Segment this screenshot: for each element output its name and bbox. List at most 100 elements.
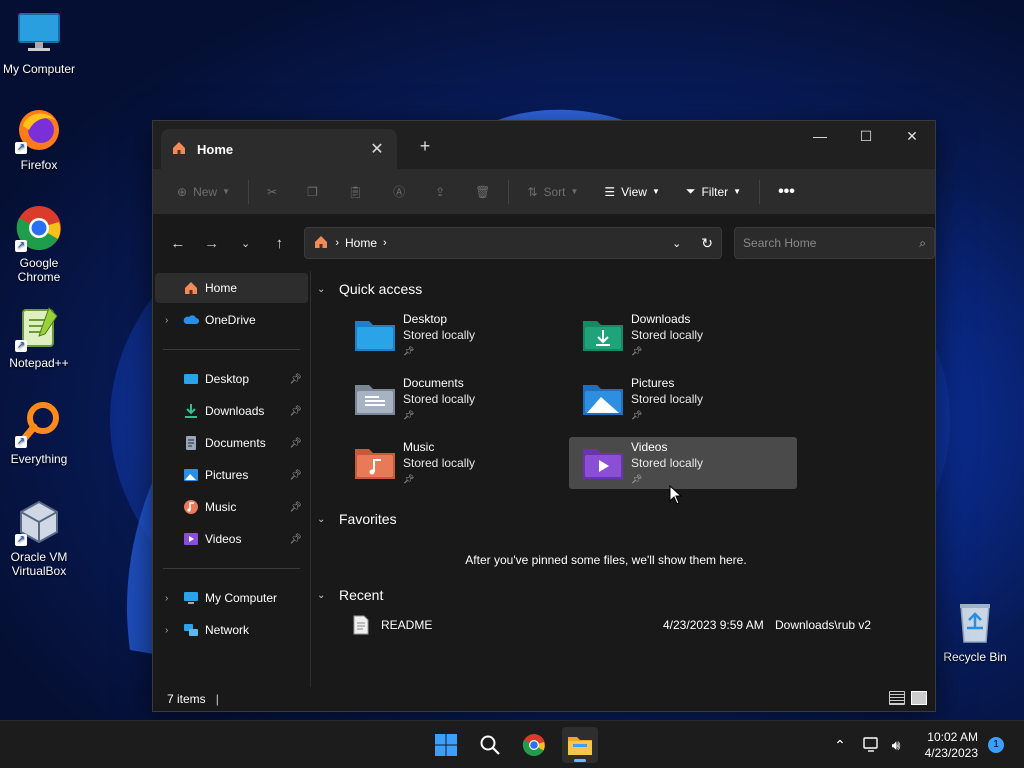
tab-home[interactable]: Home ✕ — [161, 129, 397, 169]
nav-item-pictures[interactable]: Pictures 📌︎ — [155, 460, 308, 490]
chevron-right-icon: › — [335, 237, 339, 249]
filter-button[interactable]: ⏷ Filter ▼ — [680, 176, 747, 208]
monitor-icon — [184, 592, 198, 604]
quick-access-videos[interactable]: Videos Stored locally 📌︎ — [569, 437, 797, 489]
delete-button[interactable]: 🗑︎ — [469, 176, 496, 208]
nav-item-videos[interactable]: Videos 📌︎ — [155, 524, 308, 554]
chevron-right-icon[interactable]: › — [165, 593, 179, 604]
documents-folder-icon — [355, 385, 395, 415]
desktop-icon-firefox[interactable]: ↗ Firefox — [1, 106, 77, 172]
show-hidden-icons-button[interactable]: ⌃ — [826, 729, 854, 761]
chevron-down-icon: ⌄ — [317, 589, 326, 601]
more-options-button[interactable]: ••• — [772, 176, 801, 208]
navigation-pane: Home › OneDrive Desktop 📌︎ Downloads 📌︎ — [153, 271, 311, 687]
quick-access-documents[interactable]: Documents Stored locally 📌︎ — [341, 373, 569, 425]
notification-badge[interactable]: 1 — [988, 737, 1004, 753]
desktop-icon-chrome[interactable]: ↗ Google Chrome — [1, 204, 77, 284]
section-favorites[interactable]: ⌄ Favorites — [317, 505, 935, 533]
minimize-button[interactable]: — — [797, 121, 843, 151]
nav-item-documents[interactable]: Documents 📌︎ — [155, 428, 308, 458]
quick-access-music[interactable]: Music Stored locally 📌︎ — [341, 437, 569, 489]
refresh-icon[interactable]: ↻ — [701, 235, 713, 252]
back-button[interactable]: ← — [163, 228, 193, 258]
item-name: Documents — [403, 376, 464, 390]
arrow-right-icon: → — [204, 234, 220, 252]
recent-file-row[interactable]: README 4/23/2023 9:59 AM Downloads\rub v… — [353, 609, 935, 641]
quick-access-desktop[interactable]: Desktop Stored locally 📌︎ — [341, 309, 569, 361]
section-quick-access[interactable]: ⌄ Quick access — [317, 275, 935, 303]
nav-item-music[interactable]: Music 📌︎ — [155, 492, 308, 522]
nav-item-downloads[interactable]: Downloads 📌︎ — [155, 396, 308, 426]
close-window-button[interactable]: ✕ — [889, 121, 935, 151]
desktop-icon-my-computer[interactable]: My Computer — [1, 10, 77, 76]
funnel-icon: ⏷ — [685, 184, 696, 198]
desktop-icon-label: Oracle VM VirtualBox — [10, 550, 68, 578]
desktop-icon-label: Everything — [10, 452, 68, 466]
item-status: Stored locally — [403, 392, 476, 406]
text-file-icon — [353, 615, 369, 635]
paste-button[interactable]: 📋︎ — [342, 176, 369, 208]
desktop-icon-notepadpp[interactable]: ↗ Notepad++ — [1, 304, 77, 370]
rename-button[interactable]: Ⓐ — [387, 176, 411, 208]
command-bar: ⊕ New ▼ ✂ ❐ 📋︎ Ⓐ ⇪ 🗑︎ ⇅ Sort ▼ ☰ View ▼ … — [153, 169, 935, 215]
system-clock[interactable]: 10:02 AM 4/23/2023 — [925, 729, 978, 761]
new-button[interactable]: ⊕ New ▼ — [171, 176, 236, 208]
new-tab-button[interactable]: + — [411, 133, 439, 161]
recent-locations-button[interactable]: ⌄ — [231, 228, 261, 258]
address-dropdown-icon[interactable]: ⌄ — [672, 237, 681, 250]
copy-button[interactable]: ❐ — [301, 176, 324, 208]
chevron-right-icon[interactable]: › — [165, 625, 179, 636]
nav-label: Documents — [205, 436, 266, 450]
title-bar: Home ✕ + — ☐ ✕ — [153, 121, 935, 169]
search-input[interactable] — [743, 236, 920, 250]
nav-item-desktop[interactable]: Desktop 📌︎ — [155, 364, 308, 394]
desktop-icon-label: My Computer — [2, 62, 76, 76]
breadcrumb-home[interactable]: Home — [345, 236, 377, 250]
view-list-icon: ☰ — [604, 184, 616, 199]
download-icon — [185, 404, 197, 418]
search-box[interactable]: ⌕ — [734, 227, 935, 259]
desktop-icon-recycle-bin[interactable]: Recycle Bin — [936, 598, 1014, 664]
details-view-icon[interactable] — [889, 691, 905, 705]
item-name: Music — [403, 440, 435, 454]
maximize-button[interactable]: ☐ — [843, 121, 889, 151]
shortcut-arrow-icon: ↗ — [15, 240, 27, 252]
desktop-icon-everything[interactable]: ↗ Everything — [1, 400, 77, 466]
desktop-icon-virtualbox[interactable]: ↗ Oracle VM VirtualBox — [1, 498, 77, 578]
nav-item-onedrive[interactable]: › OneDrive — [155, 305, 308, 335]
view-button[interactable]: ☰ View ▼ — [598, 176, 665, 208]
search-taskbar-button[interactable] — [474, 729, 506, 761]
item-status: Stored locally — [631, 456, 704, 470]
address-bar[interactable]: › Home › ⌄ ↻ — [304, 227, 723, 259]
chevron-right-icon[interactable]: › — [383, 237, 387, 249]
cut-button[interactable]: ✂ — [261, 176, 283, 208]
nav-item-network[interactable]: › Network — [155, 615, 308, 645]
quick-access-pictures[interactable]: Pictures Stored locally 📌︎ — [569, 373, 797, 425]
chevron-down-icon: ⌄ — [317, 283, 326, 295]
nav-item-my-computer[interactable]: › My Computer — [155, 583, 308, 613]
large-icons-view-icon[interactable] — [911, 691, 927, 705]
start-button[interactable] — [430, 729, 462, 761]
share-button[interactable]: ⇪ — [429, 176, 451, 208]
section-recent[interactable]: ⌄ Recent — [317, 581, 935, 609]
chrome-taskbar-button[interactable] — [518, 729, 550, 761]
volume-icon[interactable]: 🔊︎ — [884, 729, 908, 761]
forward-button[interactable]: → — [197, 228, 227, 258]
folder-icon — [568, 737, 592, 755]
nav-item-home[interactable]: Home — [155, 273, 308, 303]
monitor-icon — [15, 10, 63, 58]
clock-date: 4/23/2023 — [924, 746, 978, 760]
quick-access-downloads[interactable]: Downloads Stored locally 📌︎ — [569, 309, 797, 361]
item-count: 7 items — [167, 692, 206, 706]
sort-button[interactable]: ⇅ Sort ▼ — [521, 176, 584, 208]
up-button[interactable]: ↑ — [264, 228, 294, 258]
ellipsis-icon: ••• — [778, 182, 795, 200]
chevron-down-icon: ▼ — [570, 187, 579, 196]
chevron-right-icon[interactable]: › — [165, 315, 179, 326]
section-title: Recent — [339, 587, 384, 603]
file-explorer-taskbar-button[interactable] — [562, 727, 598, 763]
tab-title: Home — [197, 141, 234, 157]
copy-icon: ❐ — [307, 184, 318, 199]
close-tab-icon[interactable]: ✕ — [367, 139, 387, 159]
network-status-icon[interactable] — [860, 729, 884, 761]
